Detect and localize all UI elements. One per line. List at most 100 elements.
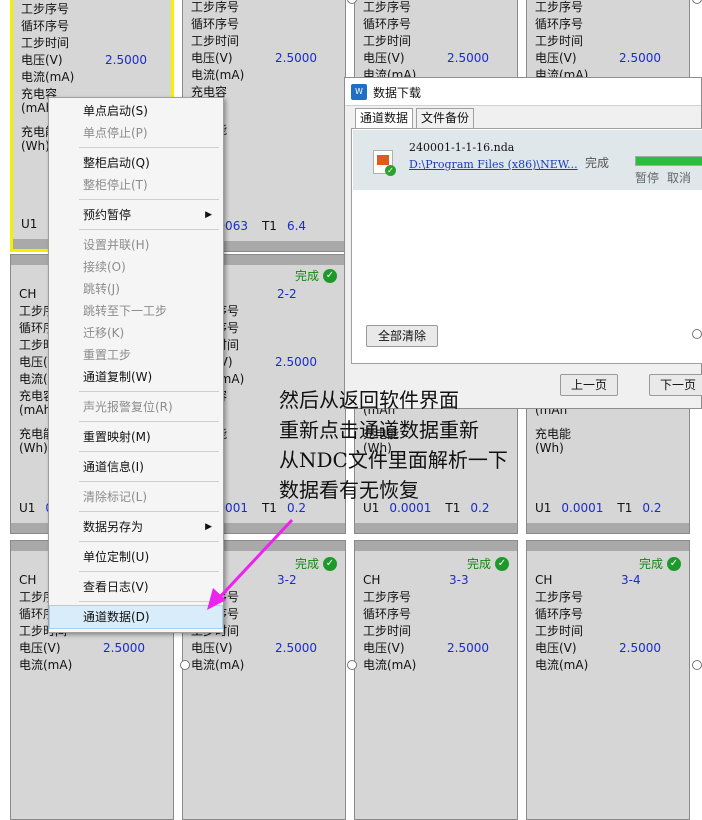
channel-field-label: 循环序号 xyxy=(21,19,70,33)
file-icon: ✓ xyxy=(373,150,396,176)
voltage-value: 2.5000 xyxy=(447,51,489,65)
menu-item-label: 声光报警复位(R) xyxy=(83,400,173,414)
channel-field-label: CH xyxy=(19,287,37,301)
voltage-value: 2.5000 xyxy=(619,641,661,655)
channel-field-label: 工步序号 xyxy=(363,0,412,14)
resize-handle[interactable] xyxy=(692,0,702,4)
channel-field-label: 工步序号 xyxy=(363,590,412,604)
status-done: 完成 ✓ xyxy=(295,267,337,284)
channel-field-label: 工步时间 xyxy=(21,36,70,50)
pause-link[interactable]: 暂停 xyxy=(635,169,659,186)
menu-item[interactable]: 数据另存为 ▶ xyxy=(50,516,222,538)
annotation-line: 然后从返回软件界面 xyxy=(279,388,459,412)
task-status: 完成 xyxy=(585,156,610,170)
menu-item[interactable]: 通道复制(W) xyxy=(50,366,222,388)
menu-separator xyxy=(79,601,219,602)
dialog-titlebar[interactable]: W 数据下载 xyxy=(345,78,701,106)
submenu-arrow-icon: ▶ xyxy=(205,210,212,220)
status-text: 完成 xyxy=(294,557,319,571)
status-done: 完成 ✓ xyxy=(467,555,509,572)
menu-item[interactable]: 查看日志(V) xyxy=(50,576,222,598)
channel-field-label: 工步序号 xyxy=(535,590,584,604)
menu-item[interactable]: 单点启动(S) xyxy=(50,100,222,122)
u1-label: U1 xyxy=(21,217,38,231)
channel-field-label: CH xyxy=(535,573,553,587)
channel-field-label: 工步时间 xyxy=(535,624,584,638)
menu-separator xyxy=(79,571,219,572)
menu-item-label: 跳转(J) xyxy=(83,282,120,296)
menu-item-label: 数据另存为 xyxy=(83,520,144,534)
u1-readout: U1 0.0001 T1 0.2 xyxy=(535,501,661,515)
check-circle-icon: ✓ xyxy=(323,268,337,283)
voltage-value: 2.5000 xyxy=(275,51,317,65)
channel-id: 3-2 xyxy=(277,573,297,587)
menu-item-label: 通道数据(D) xyxy=(83,610,150,624)
next-page-button[interactable]: 下一页 xyxy=(649,374,702,396)
menu-item: 单点停止(P) xyxy=(50,122,222,144)
menu-separator xyxy=(79,451,219,452)
channel-field-label: 电压(V) xyxy=(19,641,61,655)
channel-field-label: 循环序号 xyxy=(191,17,240,31)
prev-page-button[interactable]: 上一页 xyxy=(560,374,618,396)
status-text: 完成 xyxy=(466,557,491,571)
channel-header-bar xyxy=(527,541,689,551)
menu-separator xyxy=(79,391,219,392)
menu-item: 设置并联(H) xyxy=(50,234,222,256)
menu-separator xyxy=(79,229,219,230)
menu-item-label: 清除标记(L) xyxy=(83,490,148,504)
t1-label: T1 xyxy=(617,501,633,515)
u1-value: 0.0001 xyxy=(561,501,604,515)
channel-field-label: 电压(V) xyxy=(21,53,63,67)
channel-card[interactable]: CH 工步序号 循环序号 工步时间 电压(V) 电流(mA) 3-4 2.5000 完成 ✓ xyxy=(526,540,690,820)
menu-item[interactable]: 通道数据(D) xyxy=(49,605,223,629)
charge-energy-unit: (Wh) xyxy=(19,441,48,455)
channel-field-label: CH xyxy=(363,573,381,587)
menu-item-label: 跳转至下一工步 xyxy=(83,304,168,318)
dialog-title: 数据下载 xyxy=(373,86,422,100)
channel-card[interactable]: CH 工步序号 循环序号 工步时间 电压(V) 电流(mA) 3-3 2.5000 完成 ✓ xyxy=(354,540,518,820)
menu-item: 清除标记(L) xyxy=(50,486,222,508)
tab-channel-data[interactable]: 通道数据 xyxy=(355,108,414,129)
t1-value: 0.2 xyxy=(642,501,662,515)
channel-field-label: 电压(V) xyxy=(191,51,233,65)
check-circle-icon: ✓ xyxy=(495,556,509,571)
channel-field-label: 工步时间 xyxy=(535,34,584,48)
channel-field-label: 电流(mA) xyxy=(19,658,73,672)
submenu-arrow-icon: ▶ xyxy=(205,522,212,532)
download-task-row[interactable]: ✓ 240001-1-1-16.nda D:\Program Files (x8… xyxy=(353,130,702,190)
voltage-value: 2.5000 xyxy=(447,641,489,655)
menu-item[interactable]: 单位定制(U) xyxy=(50,546,222,568)
annotation-line: 从NDC文件里面解析一下 xyxy=(279,448,508,472)
channel-footer-bar xyxy=(355,523,517,533)
menu-item-label: 重置工步 xyxy=(83,348,132,362)
check-circle-icon: ✓ xyxy=(323,556,337,571)
cancel-link[interactable]: 取消 xyxy=(667,169,691,186)
channel-field-label: 电流(mA) xyxy=(535,658,589,672)
menu-item[interactable]: 整柜启动(Q) xyxy=(50,152,222,174)
resize-handle[interactable] xyxy=(180,660,190,670)
menu-item[interactable]: 预约暂停 ▶ xyxy=(50,204,222,226)
menu-item[interactable]: 重置映射(M) xyxy=(50,426,222,448)
channel-field-label: 循环序号 xyxy=(535,17,584,31)
voltage-value: 2.5000 xyxy=(619,51,661,65)
menu-item[interactable]: 通道信息(I) xyxy=(50,456,222,478)
channel-field-label: 工步时间 xyxy=(363,624,412,638)
voltage-value: 2.5000 xyxy=(275,355,317,369)
channel-field-label: 工步序号 xyxy=(535,0,584,14)
context-menu: 单点启动(S) 单点停止(P) 整柜启动(Q) 整柜停止(T) 预约暂停 ▶ 设置并联(H)… xyxy=(48,97,224,633)
channel-footer-bar xyxy=(527,523,689,533)
charge-capacity-unit: (mAh xyxy=(19,403,52,417)
tab-file-backup[interactable]: 文件备份 xyxy=(416,108,475,128)
channel-field-label: 电流(mA) xyxy=(21,70,75,84)
menu-item-label: 预约暂停 xyxy=(83,208,132,222)
menu-item-label: 单位定制(U) xyxy=(83,550,150,564)
resize-handle[interactable] xyxy=(692,660,702,670)
clear-all-button[interactable]: 全部清除 xyxy=(366,325,438,347)
menu-item-label: 单点启动(S) xyxy=(83,104,148,118)
resize-handle-right[interactable] xyxy=(692,329,702,339)
menu-item-label: 查看日志(V) xyxy=(83,580,149,594)
resize-handle[interactable] xyxy=(347,660,357,670)
channel-field-label: 电流(mA) xyxy=(191,68,245,82)
task-path-link[interactable]: D:\Program Files (x86)\NEW... xyxy=(409,158,578,171)
menu-item-label: 重置映射(M) xyxy=(83,430,151,444)
